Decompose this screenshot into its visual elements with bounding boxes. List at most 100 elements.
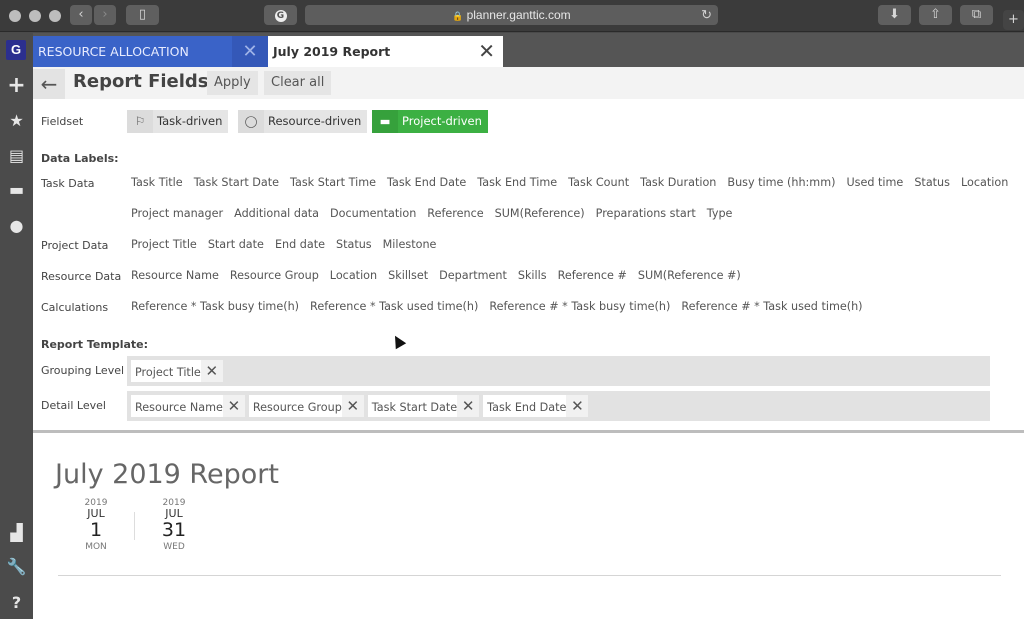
tab-july-2019-report[interactable]: July 2019 Report ✕ [268,36,503,67]
apply-button[interactable]: Apply [207,71,258,95]
browser-back-button[interactable]: ‹ [70,5,92,25]
field-item[interactable]: Reference [427,207,483,220]
close-icon[interactable]: ✕ [232,36,268,67]
tab-label: July 2019 Report [273,44,391,59]
minimize-window-button[interactable] [29,10,41,22]
field-item[interactable]: Project Title [131,238,197,251]
chip-label: Task Start Date [371,401,458,414]
field-item[interactable]: Reference * Task busy time(h) [131,300,299,313]
field-item[interactable]: Reference # * Task used time(h) [681,300,862,313]
report-template-heading: Report Template: [41,338,149,351]
report-icon[interactable]: ▤ [0,146,33,165]
clear-all-button[interactable]: Clear all [264,71,332,95]
fieldset-label: Fieldset [41,115,84,128]
field-item[interactable]: Location [330,269,377,282]
field-item[interactable]: Reference * Task used time(h) [310,300,478,313]
field-item[interactable]: Status [914,176,950,189]
field-item[interactable]: Task Count [568,176,629,189]
chevron-left-icon: ‹ [78,7,84,22]
sidebar-toggle-button[interactable]: ▯ [126,5,159,25]
share-icon: ⇧ [930,7,941,22]
field-item[interactable]: Preparations start [596,207,696,220]
field-item[interactable]: Type [707,207,733,220]
field-item[interactable]: Department [439,269,507,282]
detail-chip[interactable]: Resource Name ✕ [131,395,245,417]
share-button[interactable]: ⇧ [919,5,952,25]
help-icon[interactable]: ? [0,593,33,612]
close-window-button[interactable] [9,10,21,22]
resource-driven-button[interactable]: ◯ Resource-driven [238,110,368,133]
remove-icon[interactable]: ✕ [566,395,589,417]
field-item[interactable]: SUM(Reference #) [638,269,741,282]
field-item[interactable]: Skills [518,269,547,282]
end-weekday: WED [163,542,185,552]
project-icon[interactable]: ▬ [0,180,33,199]
org-icon[interactable]: ▟ [0,523,33,542]
grouping-level-dropzone[interactable]: Project Title ✕ [127,356,990,386]
chevron-right-icon: › [102,7,108,22]
field-item[interactable]: Location [961,176,1008,189]
data-labels-heading: Data Labels: [41,152,119,165]
browser-forward-button[interactable]: › [94,5,116,25]
star-icon[interactable]: ★ [0,111,33,130]
downloads-button[interactable]: ⬇ [878,5,911,25]
new-tab-button[interactable]: + [1003,10,1024,30]
field-item[interactable]: Start date [208,238,264,251]
field-item[interactable]: Used time [846,176,903,189]
remove-icon[interactable]: ✕ [457,395,480,417]
task-data-fields-row1: Task Title Task Start Date Task Start Time… [131,176,1019,189]
tab-resource-allocation[interactable]: RESOURCE ALLOCATION ✕ [33,36,268,67]
panel-divider[interactable] [33,430,1024,433]
tabs-icon: ⧉ [971,7,982,22]
field-item[interactable]: Task Title [131,176,183,189]
field-item[interactable]: Project manager [131,207,223,220]
field-item[interactable]: Task Start Date [194,176,279,189]
field-item[interactable]: Task End Date [387,176,466,189]
detail-level-label: Detail Level [41,399,106,412]
field-item[interactable]: Resource Name [131,269,219,282]
field-item[interactable]: Task Start Time [290,176,376,189]
tabs-overview-button[interactable]: ⧉ [960,5,993,25]
detail-chip[interactable]: Resource Group ✕ [248,395,364,417]
wrench-icon[interactable]: 🔧 [0,557,33,576]
field-item[interactable]: Skillset [388,269,428,282]
back-button[interactable]: ← [33,69,65,99]
field-item[interactable]: SUM(Reference) [495,207,585,220]
remove-icon[interactable]: ✕ [222,395,245,417]
detail-level-dropzone[interactable]: Resource Name ✕ Resource Group ✕ Task Start … [127,391,990,421]
plus-icon[interactable]: + [0,73,33,98]
field-item[interactable]: Milestone [383,238,437,251]
ganttic-logo[interactable]: G [6,40,26,60]
project-driven-button[interactable]: ▬ Project-driven [372,110,488,133]
field-item[interactable]: Task Duration [640,176,716,189]
report-fields-panel: ← Report Fields Apply Clear all Fieldset… [33,67,1024,619]
field-item[interactable]: Task End Time [477,176,557,189]
task-driven-button[interactable]: ⚐ Task-driven [127,110,229,133]
extension-button[interactable]: G [264,5,297,25]
remove-icon[interactable]: ✕ [341,395,364,417]
remove-icon[interactable]: ✕ [200,360,223,382]
reload-icon[interactable]: ↻ [701,5,712,25]
field-item[interactable]: End date [275,238,325,251]
grouping-level-label: Grouping Level [41,364,125,377]
arrow-left-icon: ← [40,72,58,96]
field-item[interactable]: Reference # * Task busy time(h) [489,300,670,313]
field-item[interactable]: Resource Group [230,269,319,282]
detail-chip[interactable]: Task End Date ✕ [483,395,589,417]
chip-label: Task End Date [487,401,567,414]
close-icon[interactable]: ✕ [478,36,495,67]
address-bar[interactable]: 🔒 planner.ganttic.com ↻ [305,5,718,25]
field-item[interactable]: Reference # [558,269,627,282]
app-sidebar: G + ★ ▤ ▬ ● ▟ 🔧 ? [0,33,33,619]
grouping-chip[interactable]: Project Title ✕ [131,360,223,382]
url-text: planner.ganttic.com [466,8,571,22]
field-item[interactable]: Status [336,238,372,251]
resource-drop-icon[interactable]: ● [0,216,33,235]
calculations-fields: Reference * Task busy time(h) Reference *… [131,300,874,313]
zoom-window-button[interactable] [49,10,61,22]
field-item[interactable]: Busy time (hh:mm) [727,176,835,189]
detail-chip[interactable]: Task Start Date ✕ [367,395,480,417]
field-item[interactable]: Documentation [330,207,416,220]
project-data-label: Project Data [41,239,109,252]
field-item[interactable]: Additional data [234,207,319,220]
